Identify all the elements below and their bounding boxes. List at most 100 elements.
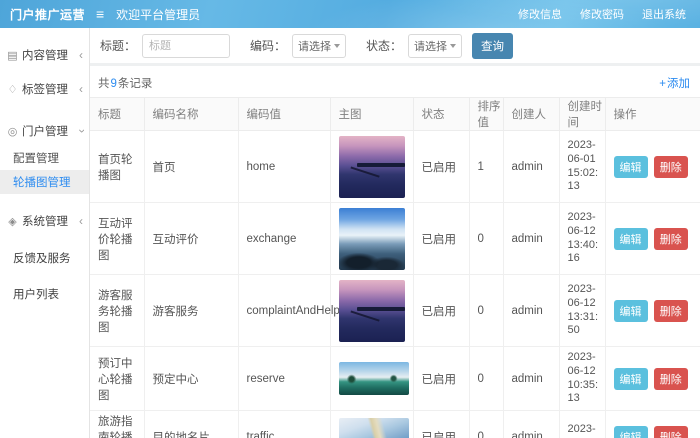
sidebar-item-feedback-service[interactable]: 反馈及服务 bbox=[0, 244, 89, 272]
edit-button[interactable]: 编辑 bbox=[614, 368, 648, 390]
cell-title: 预订中心轮播图 bbox=[90, 347, 144, 411]
cell-actions: 编辑 删除 bbox=[605, 347, 700, 411]
app-title: 门户推广运营 bbox=[0, 6, 90, 23]
delete-button[interactable]: 删除 bbox=[654, 426, 688, 438]
header-links: 修改信息 修改密码 退出系统 bbox=[518, 6, 700, 22]
cell-status: 已启用 bbox=[413, 275, 469, 347]
cell-code-value: reserve bbox=[238, 347, 330, 411]
edit-button[interactable]: 编辑 bbox=[614, 156, 648, 178]
hamburger-icon[interactable]: ≡ bbox=[96, 6, 104, 22]
col-creator: 创建人 bbox=[503, 98, 559, 131]
cell-sort: 0 bbox=[469, 275, 503, 347]
sidebar-item-user-list[interactable]: 用户列表 bbox=[0, 280, 89, 308]
caret-down-icon bbox=[334, 44, 340, 48]
code-select-value: 请选择 bbox=[298, 38, 331, 54]
tag-icon: ♢ bbox=[6, 83, 19, 96]
sidebar-item-label: 标签管理 bbox=[22, 81, 79, 97]
status-select-value: 请选择 bbox=[414, 38, 447, 54]
cell-code-name: 互动评价 bbox=[144, 203, 238, 275]
col-main-image: 主图 bbox=[330, 98, 413, 131]
plus-icon: + bbox=[659, 78, 666, 90]
col-status: 状态 bbox=[413, 98, 469, 131]
cell-creator: admin bbox=[503, 411, 559, 438]
cell-title: 互动评价轮播图 bbox=[90, 203, 144, 275]
sidebar-subitem-config-mgmt[interactable]: 配置管理 bbox=[0, 146, 89, 170]
table-row: 旅游指南轮播图 目的地名片 traffic 已启用 0 admin 2023-0… bbox=[90, 411, 700, 438]
status-filter-label: 状态： bbox=[366, 37, 402, 54]
sidebar-item-tag-mgmt[interactable]: ♢ 标签管理 ‹ bbox=[0, 74, 89, 104]
title-filter-input[interactable] bbox=[142, 34, 230, 58]
main-image-thumbnail bbox=[339, 280, 405, 342]
chevron-left-icon: ‹ bbox=[79, 49, 83, 61]
cell-sort: 0 bbox=[469, 203, 503, 275]
sidebar: ▤ 内容管理 ‹ ♢ 标签管理 ‹ ◎ 门户管理 ‹ 配置管理 轮播图管理 ◈ … bbox=[0, 28, 90, 438]
main-image-thumbnail bbox=[339, 362, 409, 395]
cell-sort: 0 bbox=[469, 411, 503, 438]
edit-button[interactable]: 编辑 bbox=[614, 426, 648, 438]
cell-title: 游客服务轮播图 bbox=[90, 275, 144, 347]
welcome-text: 欢迎平台管理员 bbox=[116, 6, 200, 23]
sidebar-subitem-carousel-mgmt[interactable]: 轮播图管理 bbox=[0, 170, 89, 194]
cell-status: 已启用 bbox=[413, 411, 469, 438]
portal-icon: ◎ bbox=[6, 125, 19, 138]
change-password-link[interactable]: 修改密码 bbox=[580, 6, 624, 22]
cell-created: 2023-06-12 10:35:13 bbox=[559, 347, 605, 411]
table-row: 预订中心轮播图 预定中心 reserve 已启用 0 admin 2023-06… bbox=[90, 347, 700, 411]
delete-button[interactable]: 删除 bbox=[654, 156, 688, 178]
cell-creator: admin bbox=[503, 203, 559, 275]
chevron-left-icon: ‹ bbox=[79, 83, 83, 95]
main-area: 标题： 编码： 请选择 状态： 请选择 查询 共9条记录 +添 bbox=[90, 28, 700, 438]
content-panel: 共9条记录 +添加 标题 编码名称 编码值 主图 状态 排序值 创 bbox=[90, 66, 700, 438]
cell-creator: admin bbox=[503, 275, 559, 347]
delete-button[interactable]: 删除 bbox=[654, 228, 688, 250]
system-icon: ◈ bbox=[6, 215, 19, 228]
edit-button[interactable]: 编辑 bbox=[614, 300, 648, 322]
cell-actions: 编辑 删除 bbox=[605, 275, 700, 347]
cell-created: 2023-06-12 13:40:16 bbox=[559, 203, 605, 275]
sidebar-item-portal-mgmt[interactable]: ◎ 门户管理 ‹ bbox=[0, 116, 89, 146]
cell-code-value: traffic bbox=[238, 411, 330, 438]
delete-button[interactable]: 删除 bbox=[654, 300, 688, 322]
cell-title: 旅游指南轮播图 bbox=[90, 411, 144, 438]
col-title: 标题 bbox=[90, 98, 144, 131]
cell-created: 2023-06-12 13:31:50 bbox=[559, 275, 605, 347]
table-row: 互动评价轮播图 互动评价 exchange 已启用 0 admin 2023-0… bbox=[90, 203, 700, 275]
table-row: 首页轮播图 首页 home 已启用 1 admin 2023-06-01 15:… bbox=[90, 131, 700, 203]
logout-link[interactable]: 退出系统 bbox=[642, 6, 686, 22]
table-row: 游客服务轮播图 游客服务 complaintAndHelp 已启用 0 admi… bbox=[90, 275, 700, 347]
sidebar-item-label: 门户管理 bbox=[22, 123, 79, 139]
edit-button[interactable]: 编辑 bbox=[614, 228, 648, 250]
cell-status: 已启用 bbox=[413, 347, 469, 411]
top-header: 门户推广运营 ≡ 欢迎平台管理员 修改信息 修改密码 退出系统 bbox=[0, 0, 700, 28]
cell-sort: 1 bbox=[469, 131, 503, 203]
edit-info-link[interactable]: 修改信息 bbox=[518, 6, 562, 22]
cell-code-value: home bbox=[238, 131, 330, 203]
record-count-number: 9 bbox=[110, 78, 118, 90]
col-actions: 操作 bbox=[605, 98, 700, 131]
delete-button[interactable]: 删除 bbox=[654, 368, 688, 390]
sidebar-item-content-mgmt[interactable]: ▤ 内容管理 ‹ bbox=[0, 40, 89, 70]
cell-created: 2023-06-12 bbox=[559, 411, 605, 438]
main-image-thumbnail bbox=[339, 418, 409, 438]
cell-actions: 编辑 删除 bbox=[605, 131, 700, 203]
cell-actions: 编辑 删除 bbox=[605, 203, 700, 275]
main-image-thumbnail bbox=[339, 136, 405, 198]
cell-code-name: 首页 bbox=[144, 131, 238, 203]
cell-code-value: exchange bbox=[238, 203, 330, 275]
cell-created: 2023-06-01 15:02:13 bbox=[559, 131, 605, 203]
col-code-value: 编码值 bbox=[238, 98, 330, 131]
caret-down-icon bbox=[450, 44, 456, 48]
query-button[interactable]: 查询 bbox=[472, 33, 513, 59]
filter-panel: 标题： 编码： 请选择 状态： 请选择 查询 bbox=[90, 28, 700, 66]
sidebar-item-label: 系统管理 bbox=[22, 213, 79, 229]
table-toolbar: 共9条记录 +添加 bbox=[90, 66, 700, 97]
title-filter-label: 标题： bbox=[100, 37, 136, 54]
code-select[interactable]: 请选择 bbox=[292, 34, 346, 58]
add-button[interactable]: +添加 bbox=[659, 75, 690, 91]
cell-creator: admin bbox=[503, 347, 559, 411]
cell-sort: 0 bbox=[469, 347, 503, 411]
status-select[interactable]: 请选择 bbox=[408, 34, 462, 58]
chevron-down-icon: ‹ bbox=[75, 129, 87, 133]
code-filter-label: 编码： bbox=[250, 37, 286, 54]
sidebar-item-system-mgmt[interactable]: ◈ 系统管理 ‹ bbox=[0, 206, 89, 236]
